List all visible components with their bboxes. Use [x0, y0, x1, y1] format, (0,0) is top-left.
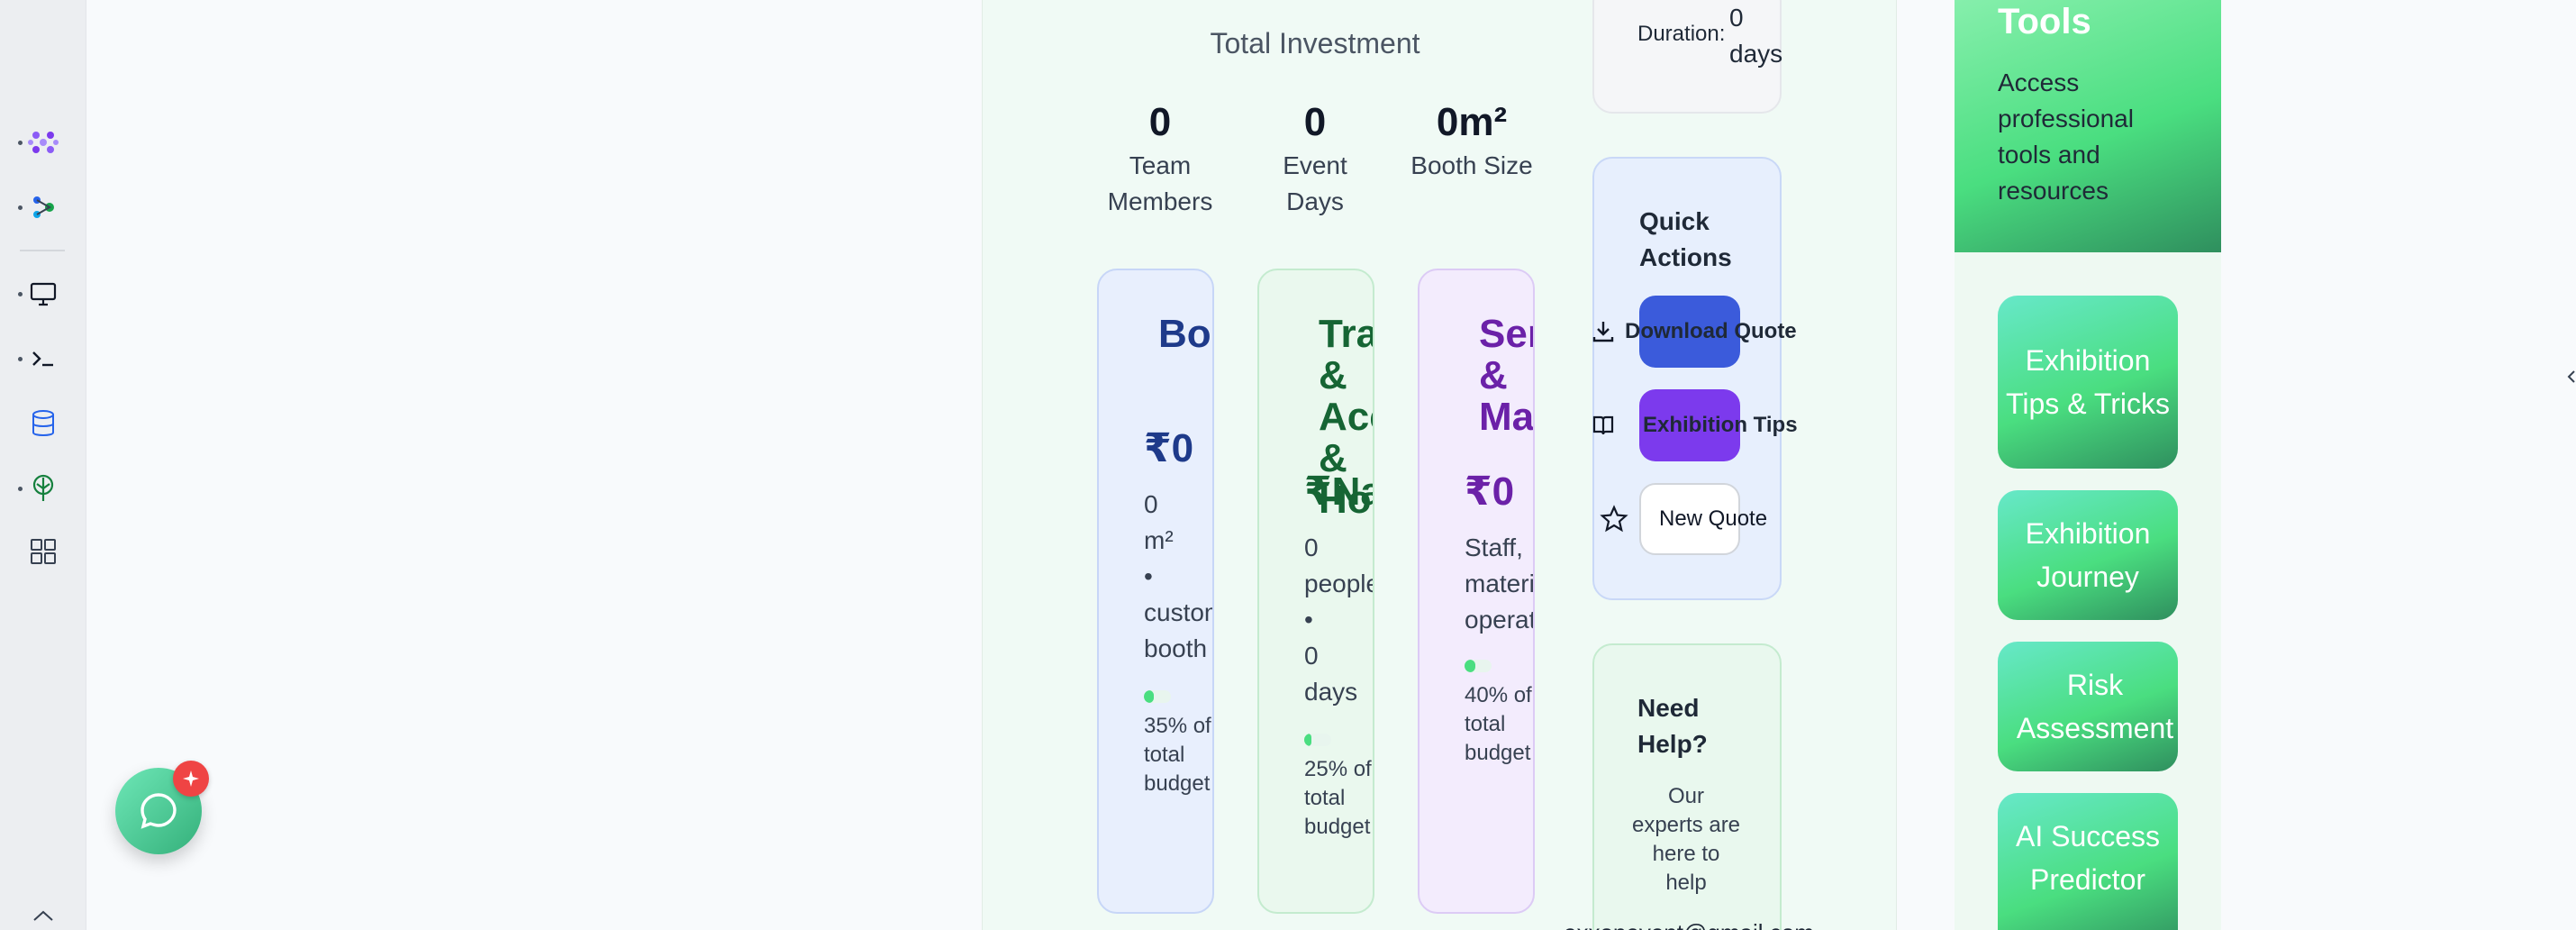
- rail-divider: [20, 250, 65, 251]
- brain-tree-icon: [32, 474, 54, 501]
- nav-dot: [18, 487, 23, 491]
- stat-team-members: 0 Team Members: [1090, 97, 1230, 220]
- stat-value: 0: [1148, 100, 1172, 144]
- total-investment-title: Total Investment: [1210, 27, 1420, 59]
- budget-progress-fill: [1144, 690, 1154, 703]
- budget-progress-bar: [1465, 660, 1492, 672]
- need-help-text: Our experts are here to help: [1631, 784, 1741, 895]
- new-quote-label: New Quote: [1659, 506, 1768, 531]
- grid-icon: [31, 539, 56, 564]
- nav-item-tree[interactable]: [0, 470, 86, 506]
- tools-header: Tools Access professional tools and reso…: [1955, 0, 2221, 252]
- nav-item-grid[interactable]: [0, 533, 86, 570]
- nav-dot: [18, 292, 23, 296]
- budget-percent-text: 25% of total budget: [1304, 757, 1372, 839]
- duration-label: Duration:: [1637, 22, 1726, 46]
- exhibition-tips-label: Exhibition Tips: [1643, 413, 1798, 437]
- nav-item-database[interactable]: [0, 406, 86, 442]
- budget-progress-bar: [1304, 734, 1331, 746]
- tool-ai-success-predictor[interactable]: AI Success Predictor: [1998, 793, 2178, 930]
- tool-exhibition-tips[interactable]: Exhibition Tips & Tricks: [1998, 296, 2178, 469]
- category-card-travel[interactable]: Travel & Accommodation & Hotel ₹NaN 0 pe…: [1257, 269, 1374, 914]
- category-card-booth[interactable]: Booth & Construction ₹0 0 m² • custom bo…: [1097, 269, 1214, 914]
- desc-line: m²: [1144, 526, 1174, 554]
- stat-value: 0: [1303, 100, 1327, 144]
- duration-card: Duration: 0 days: [1592, 0, 1782, 114]
- nav-dot: [18, 205, 23, 210]
- flow-icon: [33, 196, 54, 218]
- stat-event-days: 0 Event Days: [1272, 97, 1358, 220]
- download-icon: [1592, 322, 1614, 342]
- desc-line: operations: [1465, 606, 1533, 634]
- nav-item-monitor[interactable]: [0, 276, 86, 312]
- desc-line: materials,: [1465, 570, 1535, 597]
- nav-item-terminal[interactable]: [0, 341, 86, 377]
- desc-line: •: [1144, 562, 1153, 590]
- tools-desc: Access professional tools and resources: [1998, 68, 2134, 205]
- quick-actions-title: Quick Actions: [1639, 207, 1732, 271]
- desc-line: •: [1304, 606, 1313, 634]
- sparkle-icon: [183, 770, 199, 787]
- category-title: Services & Marketing: [1479, 312, 1535, 439]
- category-desc: 0 people • 0 days: [1304, 530, 1374, 710]
- stat-label: Team Members: [1107, 151, 1213, 215]
- quick-actions-card: Quick Actions Download Quote Exhibition …: [1592, 157, 1798, 600]
- need-help-card: Need Help? Our experts are here to help …: [1564, 643, 1814, 930]
- need-help-title: Need Help?: [1637, 694, 1708, 758]
- stat-label: Event Days: [1283, 151, 1347, 215]
- star-icon: [1600, 505, 1628, 533]
- category-desc: 0 m² • custom booth: [1144, 487, 1212, 667]
- category-card-services[interactable]: Services & Marketing ₹0 Staff, materials…: [1418, 269, 1535, 914]
- left-nav-rail: [0, 0, 86, 930]
- desc-line: Staff,: [1465, 533, 1523, 561]
- notification-badge: [173, 761, 209, 797]
- tools-title: Tools: [1998, 2, 2091, 41]
- nav-item-bottom[interactable]: [0, 910, 86, 930]
- desc-line: 0: [1304, 642, 1319, 670]
- desc-line: 0: [1304, 533, 1319, 561]
- budget-progress-fill: [1465, 660, 1475, 672]
- budget-percent-text: 35% of total budget: [1144, 714, 1211, 796]
- category-amount: ₹0: [1144, 426, 1194, 470]
- category-amount: ₹NaN: [1304, 470, 1373, 514]
- budget-percent-text: 40% of total budget: [1465, 683, 1532, 765]
- download-quote-label: Download Quote: [1625, 319, 1797, 343]
- budget-progress-fill: [1304, 734, 1311, 746]
- category-amount: ₹0: [1465, 470, 1515, 514]
- nav-item-flow[interactable]: [0, 189, 86, 225]
- stat-value: 0m²: [1436, 100, 1508, 144]
- desc-line: 0: [1144, 490, 1158, 518]
- tool-risk-assessment[interactable]: Risk Assessment: [1998, 642, 2178, 771]
- desc-line: people: [1304, 570, 1374, 597]
- duration-value: 0 days: [1729, 4, 1783, 68]
- book-icon: [1592, 415, 1614, 435]
- terminal-icon: [32, 351, 53, 367]
- budget-progress-bar: [1144, 690, 1171, 703]
- tool-exhibition-journey[interactable]: Exhibition Journey: [1998, 490, 2178, 620]
- chat-bubble-icon: [141, 793, 177, 829]
- nav-dot: [18, 357, 23, 361]
- chevron-left-icon[interactable]: [2567, 369, 2576, 384]
- stat-booth-size: 0m² Booth Size: [1394, 97, 1549, 184]
- hexagon-cluster-icon: [28, 132, 59, 153]
- desc-line: days: [1304, 678, 1358, 706]
- nav-item-apps[interactable]: [0, 124, 86, 160]
- database-icon: [32, 410, 54, 436]
- monitor-icon: [30, 282, 57, 306]
- desc-line: booth: [1144, 634, 1208, 662]
- stat-label: Booth Size: [1410, 151, 1533, 179]
- nav-dot: [18, 141, 23, 145]
- category-title: Booth & Construction: [1158, 312, 1212, 356]
- category-desc: Staff, materials, operations: [1465, 530, 1535, 638]
- home-icon: [33, 910, 53, 921]
- help-email[interactable]: exxonevent@gmail.com: [1564, 919, 1814, 930]
- desc-line: custom: [1144, 598, 1212, 626]
